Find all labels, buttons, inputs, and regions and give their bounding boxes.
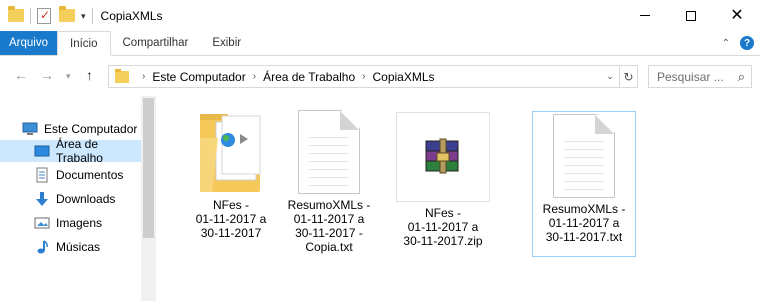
address-bar[interactable]: › Este Computador › Área de Trabalho › C… — [108, 65, 638, 88]
breadcrumb-area-de-trabalho[interactable]: Área de Trabalho — [263, 70, 355, 84]
tab-arquivo[interactable]: Arquivo — [0, 31, 57, 55]
folder-icon — [198, 108, 264, 194]
close-icon: ✕ — [730, 6, 744, 24]
documents-icon — [34, 167, 50, 183]
breadcrumb-chevron-icon[interactable]: › — [362, 71, 365, 82]
navigation-pane-scrollbar[interactable] — [141, 96, 156, 301]
folder-icon — [115, 68, 129, 83]
breadcrumb-chevron-icon[interactable]: › — [142, 71, 145, 82]
up-button[interactable]: ↑ — [86, 67, 93, 83]
toolbar-separator — [30, 7, 31, 24]
close-button[interactable]: ✕ — [714, 0, 760, 31]
window-title: CopiaXMLs — [100, 8, 163, 23]
new-folder-icon[interactable] — [59, 5, 75, 24]
tab-inicio[interactable]: Início — [57, 31, 111, 56]
address-history-dropdown-icon[interactable]: ⌄ — [601, 71, 619, 82]
sidebar-item-downloads[interactable]: Downloads — [34, 188, 115, 210]
sidebar-item-label: Downloads — [56, 192, 116, 206]
customize-toolbar-dropdown-icon[interactable]: ▾ — [81, 11, 86, 21]
maximize-icon — [686, 10, 696, 21]
sidebar-item-label: Este Computador — [44, 122, 138, 136]
file-item-zip[interactable]: NFes - 01-11-2017 a 30-11-2017.zip — [392, 112, 494, 248]
sidebar-item-area-de-trabalho[interactable]: Área de Trabalho — [0, 137, 141, 165]
computer-icon — [22, 121, 38, 137]
file-list: NFes - 01-11-2017 a 30-11-2017 ResumoXML… — [156, 96, 760, 301]
maximize-button[interactable] — [668, 0, 714, 31]
search-placeholder: Pesquisar ... — [657, 69, 724, 84]
title-bar: ▾ CopiaXMLs ✕ — [0, 0, 760, 31]
refresh-icon[interactable]: ↻ — [619, 66, 637, 87]
file-name: ResumoXMLs - 01-11-2017 a 30-11-2017 - C… — [287, 198, 371, 254]
breadcrumb-chevron-icon[interactable]: › — [253, 71, 256, 82]
toolbar-separator — [91, 7, 93, 24]
file-item-text-copy[interactable]: ResumoXMLs - 01-11-2017 a 30-11-2017 - C… — [278, 110, 380, 254]
sidebar-item-imagens[interactable]: Imagens — [34, 212, 102, 234]
download-arrow-icon — [34, 191, 50, 207]
text-file-icon — [298, 110, 360, 194]
search-icon: ⌕ — [737, 69, 745, 84]
pictures-icon — [34, 215, 50, 231]
ribbon-tab-bar: Arquivo Início Compartilhar Exibir ⌃ ? — [0, 31, 760, 56]
winrar-archive-icon — [396, 112, 490, 202]
sidebar-item-musicas[interactable]: Músicas — [34, 236, 100, 258]
quick-access-toolbar: ▾ CopiaXMLs — [0, 0, 163, 31]
sidebar-item-label: Músicas — [56, 240, 101, 254]
tab-compartilhar[interactable]: Compartilhar — [111, 31, 201, 55]
navigation-pane: Este Computador Área de Trabalho Documen… — [0, 96, 156, 301]
search-input[interactable]: Pesquisar ... ⌕ — [648, 65, 752, 88]
sidebar-item-label: Área de Trabalho — [56, 137, 103, 165]
recent-locations-dropdown[interactable]: ▾ — [66, 71, 71, 82]
scrollbar-thumb[interactable] — [143, 98, 154, 238]
sidebar-item-label: Imagens — [56, 216, 103, 230]
music-note-icon — [34, 239, 50, 255]
properties-icon[interactable] — [37, 7, 53, 24]
back-button[interactable]: ← — [14, 67, 28, 83]
minimize-icon — [640, 15, 650, 16]
breadcrumb-copiaxmls[interactable]: CopiaXMLs — [372, 70, 434, 84]
text-file-icon — [553, 114, 615, 198]
file-name: NFes - 01-11-2017 a 30-11-2017 — [195, 198, 267, 240]
sidebar-item-label: Documentos — [56, 168, 124, 182]
forward-button[interactable]: → — [40, 67, 54, 83]
folder-icon — [8, 5, 24, 24]
minimize-button[interactable] — [622, 0, 668, 31]
tab-exibir[interactable]: Exibir — [200, 31, 253, 55]
file-item-folder[interactable]: NFes - 01-11-2017 a 30-11-2017 — [180, 108, 282, 240]
file-item-text[interactable]: ResumoXMLs - 01-11-2017 a 30-11-2017.txt — [532, 111, 636, 257]
file-name: ResumoXMLs - 01-11-2017 a 30-11-2017.txt — [542, 202, 626, 244]
file-name: NFes - 01-11-2017 a 30-11-2017.zip — [403, 206, 483, 248]
expand-ribbon-icon[interactable]: ⌃ — [722, 38, 730, 49]
sidebar-item-documentos[interactable]: Documentos — [34, 164, 123, 186]
navigation-bar: ← → ▾ ↑ › Este Computador › Área de Trab… — [0, 57, 760, 95]
breadcrumb-este-computador[interactable]: Este Computador — [152, 70, 245, 84]
desktop-icon — [34, 143, 50, 159]
help-icon[interactable]: ? — [740, 36, 754, 50]
